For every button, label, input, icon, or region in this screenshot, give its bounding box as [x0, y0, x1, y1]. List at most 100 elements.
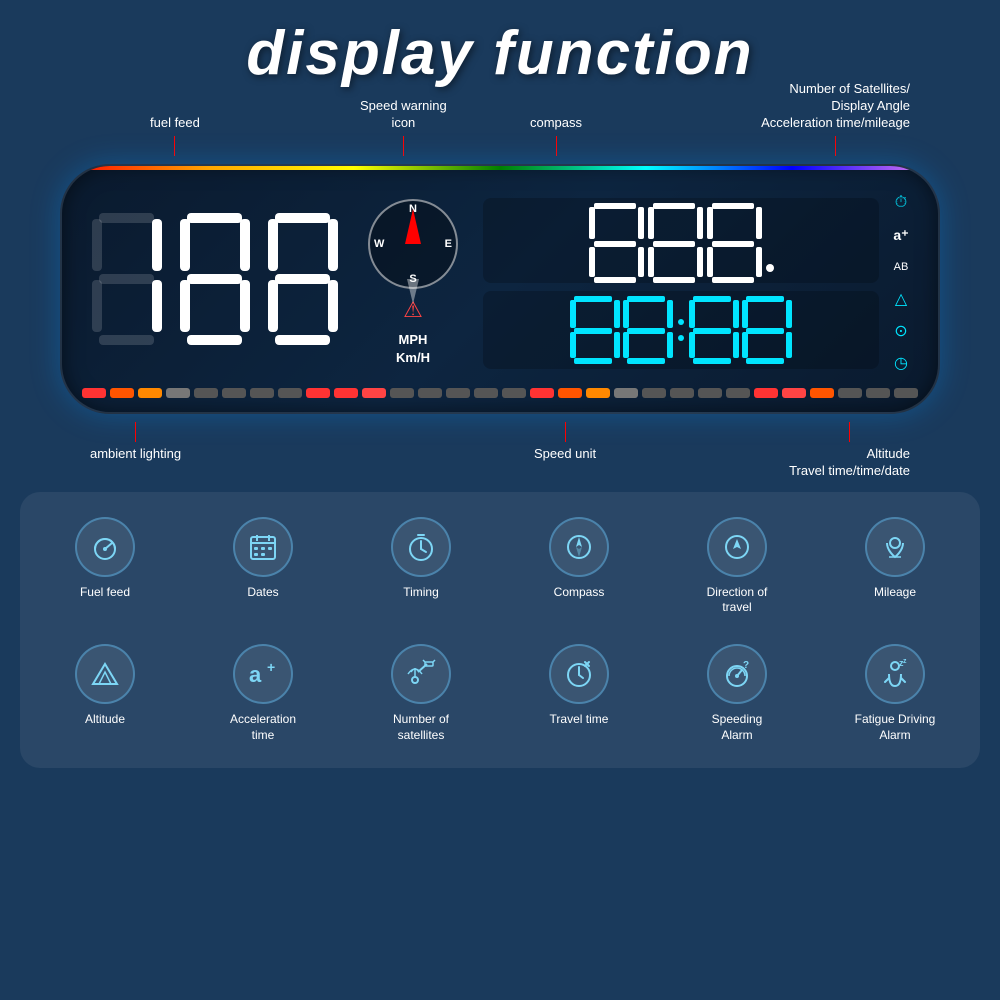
cyan-digit-4 [742, 296, 792, 364]
svg-text:a: a [249, 662, 262, 687]
satellites-icon [391, 644, 451, 704]
compass-label-text: Compass [554, 585, 605, 601]
led-25 [754, 388, 778, 398]
led-26 [782, 388, 806, 398]
led-12 [390, 388, 414, 398]
features-section: Fuel feed Dates [20, 492, 980, 768]
led-20 [614, 388, 638, 398]
led-4 [166, 388, 190, 398]
hud-display: N S E W ⚠ MPHKm/H [60, 164, 940, 414]
speed-digit-3 [263, 213, 343, 353]
led-14 [446, 388, 470, 398]
feature-altitude: Altitude [30, 634, 180, 753]
feature-direction: Direction oftravel [662, 507, 812, 626]
mileage-icon [865, 517, 925, 577]
led-7 [250, 388, 274, 398]
satellites-display-label: Number of Satellites/Display AngleAccele… [761, 81, 910, 156]
compass-feature-icon [549, 517, 609, 577]
feature-satellites: Number ofsatellites [346, 634, 496, 753]
feature-travel-time: Travel time [504, 634, 654, 753]
side-icons-panel: ⏱ a⁺ AB △ ⊙ ◷ [889, 191, 913, 375]
led-23 [698, 388, 722, 398]
led-10 [334, 388, 358, 398]
white-digit-2 [648, 203, 703, 278]
white-digit-display [483, 198, 879, 283]
compass-label: compass [530, 115, 582, 156]
clock-icon: ⏱ [889, 191, 913, 215]
fuel-feed-label-text: Fuel feed [80, 585, 130, 601]
ab-icon: AB [889, 255, 913, 279]
feature-timing: Timing [346, 507, 496, 626]
white-digit-3 [707, 203, 762, 278]
feature-dates: Dates [188, 507, 338, 626]
font-size-icon: a⁺ [889, 223, 913, 247]
ambient-lighting-label: ambient lighting [90, 422, 181, 480]
compass-west: W [374, 238, 384, 250]
led-bar [77, 380, 923, 402]
led-24 [726, 388, 750, 398]
led-29 [866, 388, 890, 398]
svg-text:+: + [267, 659, 275, 675]
led-17 [530, 388, 554, 398]
led-1 [82, 388, 106, 398]
feature-compass: Compass [504, 507, 654, 626]
led-27 [810, 388, 834, 398]
speed-display [87, 213, 343, 353]
decimal-dot [766, 264, 774, 272]
svg-text:?: ? [743, 660, 749, 671]
compass-arrow-north [405, 209, 421, 244]
timing-icon [391, 517, 451, 577]
white-digit-1 [589, 203, 644, 278]
hud-container: fuel feed Speed warningicon compass Numb… [30, 99, 970, 480]
feature-speeding-alarm: ? SpeedingAlarm [662, 634, 812, 753]
cyan-digit-display [483, 291, 879, 369]
speeding-alarm-icon: ? [707, 644, 767, 704]
direction-icon [707, 517, 767, 577]
direction-label-text: Direction oftravel [707, 585, 768, 616]
led-19 [586, 388, 610, 398]
compass-rose: N S E W [368, 199, 458, 289]
right-panels [483, 198, 879, 369]
compass-east: E [445, 238, 452, 250]
mileage-label-text: Mileage [874, 585, 916, 601]
acceleration-icon: a + [233, 644, 293, 704]
page-wrapper: display function fuel feed Speed warning… [0, 0, 1000, 768]
horizon-icon: ⊙ [889, 319, 913, 343]
page-title: display function [0, 18, 1000, 89]
timer-icon: ◷ [889, 351, 913, 375]
altitude-label-text: Altitude [85, 712, 125, 728]
compass-arrow-south [407, 279, 419, 304]
hud-inner: N S E W ⚠ MPHKm/H [77, 186, 923, 380]
led-9 [306, 388, 330, 398]
speed-digit-2 [175, 213, 255, 353]
led-16 [502, 388, 526, 398]
fatigue-alarm-icon: z z [865, 644, 925, 704]
cyan-digit-2 [623, 296, 673, 364]
speed-unit-label: Speed unit [534, 422, 596, 480]
fuel-feed-icon [75, 517, 135, 577]
led-22 [670, 388, 694, 398]
feature-acceleration: a + Accelerationtime [188, 634, 338, 753]
led-15 [474, 388, 498, 398]
dates-icon [233, 517, 293, 577]
dates-label-text: Dates [247, 585, 278, 601]
feature-fatigue-alarm: z z Fatigue DrivingAlarm [820, 634, 970, 753]
travel-time-label-text: Travel time [550, 712, 609, 728]
led-6 [222, 388, 246, 398]
feature-fuel-feed: Fuel feed [30, 507, 180, 626]
timing-label-text: Timing [403, 585, 439, 601]
svg-text:z: z [903, 658, 907, 665]
led-21 [642, 388, 666, 398]
fuel-feed-label: fuel feed [150, 115, 200, 156]
cyan-digit-1 [570, 296, 620, 364]
altitude-travel-label: AltitudeTravel time/time/date [789, 422, 910, 480]
speed-warning-label: Speed warningicon [360, 98, 447, 156]
features-grid: Fuel feed Dates [30, 507, 970, 753]
satellites-label-text: Number ofsatellites [393, 712, 449, 743]
speed-digit-1 [87, 213, 167, 353]
labels-below: ambient lighting Speed unit AltitudeTrav… [60, 414, 940, 480]
labels-above: fuel feed Speed warningicon compass Numb… [60, 99, 940, 164]
led-3 [138, 388, 162, 398]
led-8 [278, 388, 302, 398]
cyan-digit-3 [689, 296, 739, 364]
